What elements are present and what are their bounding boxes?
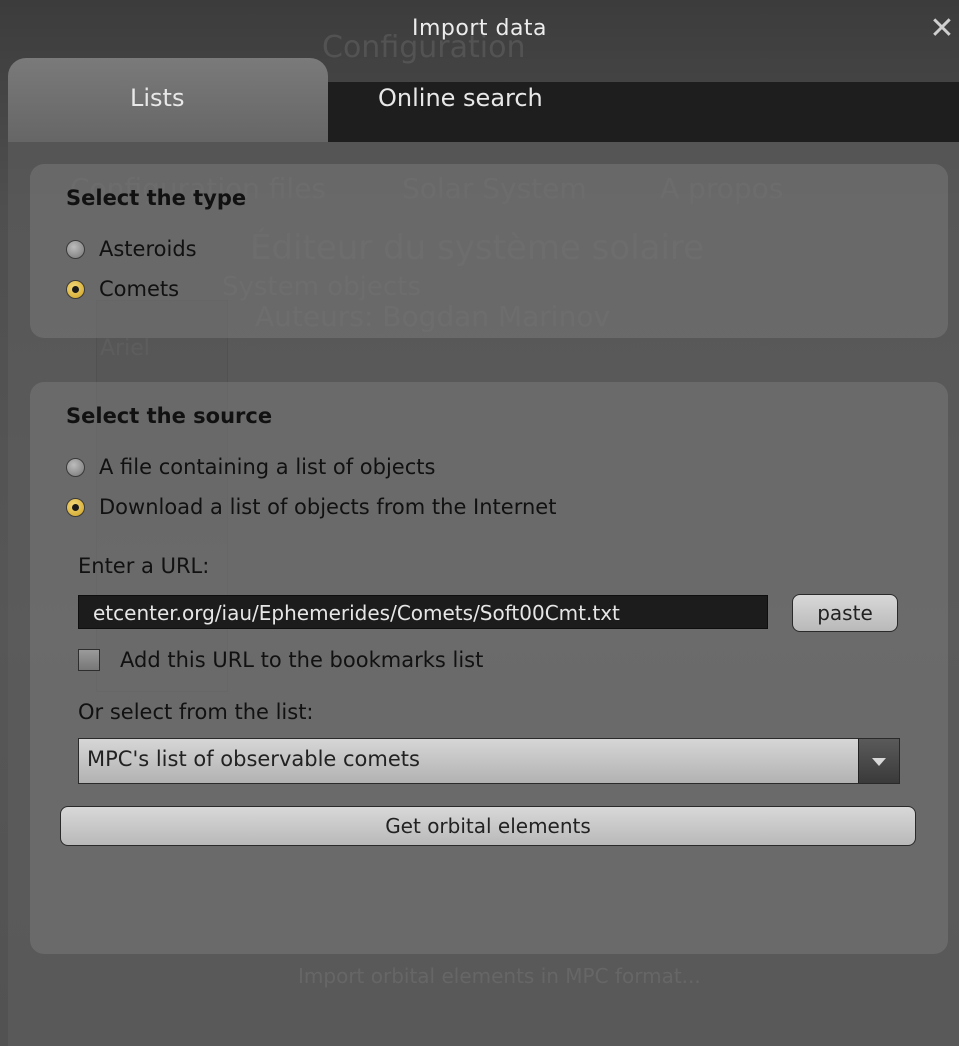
- tab-online-search-label: Online search: [378, 84, 543, 112]
- list-label: Or select from the list:: [78, 700, 314, 724]
- tab-content: Select the type Asteroids Comets Select …: [8, 142, 959, 1046]
- ghost-import-button: Import orbital elements in MPC format...: [298, 964, 701, 988]
- tab-bar: Lists Online search: [8, 58, 959, 142]
- chevron-down-icon[interactable]: [858, 739, 899, 783]
- bookmark-checkbox-row[interactable]: Add this URL to the bookmarks list: [78, 648, 483, 672]
- type-group: Select the type Asteroids Comets: [30, 164, 948, 338]
- radio-source-file-label: A file containing a list of objects: [99, 455, 436, 479]
- radio-indicator[interactable]: [66, 239, 85, 259]
- paste-button[interactable]: paste: [792, 594, 898, 632]
- radio-source-internet[interactable]: Download a list of objects from the Inte…: [66, 492, 556, 522]
- source-group-title: Select the source: [66, 404, 273, 428]
- source-group: Select the source A file containing a li…: [30, 382, 948, 954]
- radio-comets[interactable]: Comets: [66, 274, 179, 304]
- radio-source-file[interactable]: A file containing a list of objects: [66, 452, 435, 482]
- tab-lists-label: Lists: [130, 84, 185, 112]
- source-list-value: MPC's list of observable comets: [87, 747, 420, 771]
- url-input[interactable]: etcenter.org/iau/Ephemerides/Comets/Soft…: [78, 595, 768, 629]
- get-orbital-elements-button[interactable]: Get orbital elements: [60, 806, 916, 846]
- close-icon[interactable]: ✕: [927, 14, 957, 44]
- bookmark-checkbox-label: Add this URL to the bookmarks list: [120, 648, 484, 672]
- type-group-title: Select the type: [66, 186, 247, 210]
- source-list-select[interactable]: MPC's list of observable comets: [78, 738, 900, 784]
- radio-source-internet-label: Download a list of objects from the Inte…: [99, 495, 557, 519]
- radio-indicator[interactable]: [66, 457, 85, 477]
- radio-indicator-checked[interactable]: [66, 497, 85, 517]
- radio-asteroids[interactable]: Asteroids: [66, 234, 197, 264]
- radio-asteroids-label: Asteroids: [99, 237, 197, 261]
- radio-indicator-checked[interactable]: [66, 279, 85, 299]
- bookmark-checkbox[interactable]: [78, 649, 100, 671]
- tab-online-search[interactable]: Online search: [328, 82, 658, 142]
- title-bar: Import data ✕: [0, 0, 959, 58]
- radio-comets-label: Comets: [99, 277, 180, 301]
- url-label: Enter a URL:: [78, 554, 210, 578]
- dialog-title: Import data: [411, 16, 548, 41]
- app-root: Configuration Solar System objects Confi…: [0, 0, 959, 1046]
- tab-lists[interactable]: Lists: [8, 58, 328, 142]
